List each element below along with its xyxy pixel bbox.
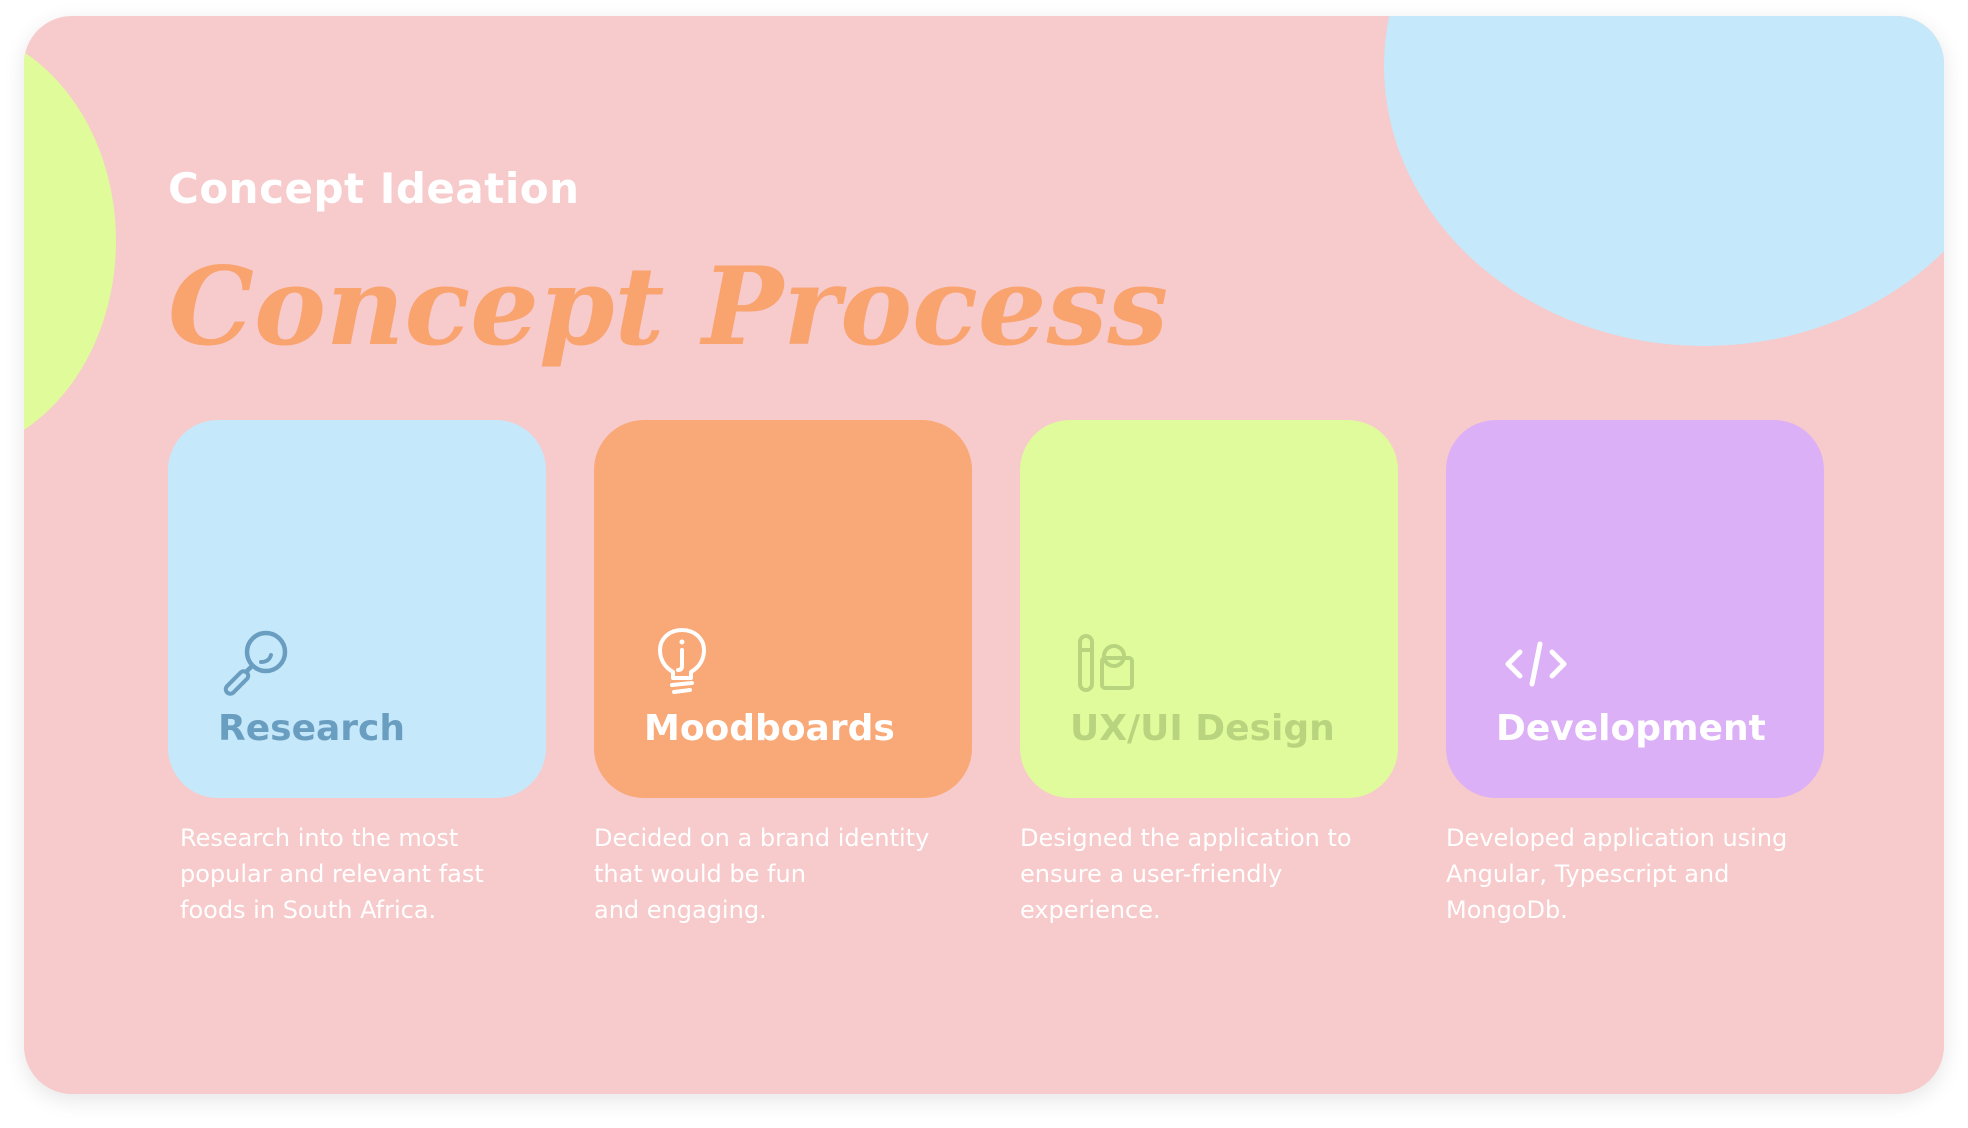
card-research: Research (168, 420, 546, 798)
code-icon (1498, 624, 1574, 700)
description-ux-ui-design: Designed the application to ensure a use… (1020, 824, 1352, 924)
page-title: Concept Process (168, 244, 1169, 370)
design-tools-icon (1072, 624, 1148, 700)
card-ux-ui-design: UX/UI Design (1020, 420, 1398, 798)
card-label-ux-ui-design: UX/UI Design (1070, 708, 1335, 749)
decorative-green-blob (24, 26, 116, 456)
concept-process-slide: Concept Ideation Concept Process Researc… (24, 16, 1944, 1094)
decorative-blue-blob (1384, 16, 1944, 346)
description-development: Developed application using Angular, Typ… (1446, 824, 1788, 924)
card-label-research: Research (218, 708, 405, 749)
description-moodboards: Decided on a brand identity that would b… (594, 824, 930, 924)
card-development: Development (1446, 420, 1824, 798)
card-moodboards: Moodboards (594, 420, 972, 798)
section-eyebrow: Concept Ideation (168, 164, 580, 213)
card-label-moodboards: Moodboards (644, 708, 895, 749)
lightbulb-icon (646, 624, 722, 700)
description-research: Research into the most popular and relev… (180, 824, 484, 924)
magnifier-icon (220, 624, 296, 700)
card-label-development: Development (1496, 708, 1766, 749)
